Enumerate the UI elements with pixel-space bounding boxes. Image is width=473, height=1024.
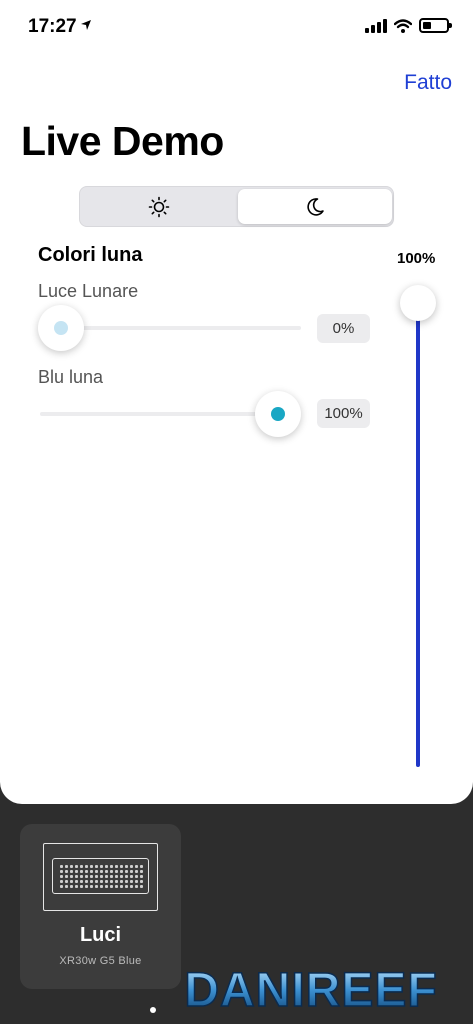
night-mode-tab[interactable]: [238, 189, 392, 224]
location-arrow-icon: [80, 19, 92, 34]
device-subtitle: XR30w G5 Blue: [59, 955, 142, 967]
color-dot-icon: [54, 321, 68, 335]
battery-icon: [419, 18, 452, 33]
device-title: Luci: [79, 924, 122, 946]
done-button[interactable]: Fatto: [404, 71, 452, 95]
wifi-icon: [394, 18, 412, 33]
page-indicator: [150, 1007, 156, 1013]
master-intensity-value: 100%: [397, 250, 436, 267]
moonlight-value: 0%: [317, 314, 370, 343]
cellular-signal-icon: [365, 18, 387, 33]
mode-segmented-control: [79, 186, 394, 227]
status-time: 17:27: [28, 16, 77, 37]
master-intensity-fill: [416, 303, 420, 767]
moon-blue-slider-thumb[interactable]: [255, 391, 301, 437]
sun-icon: [148, 196, 170, 217]
day-mode-tab[interactable]: [82, 189, 236, 224]
device-card[interactable]: Luci XR30w G5 Blue: [20, 824, 181, 989]
page-title: Live Demo: [21, 118, 224, 164]
moon-icon: [307, 197, 324, 216]
moon-blue-label: Blu luna: [38, 367, 104, 387]
status-bar: 17:27: [0, 0, 473, 56]
screen: 17:27 Fatto Live Demo Colori luna Luce L…: [0, 0, 473, 1024]
moonlight-slider-thumb[interactable]: [38, 305, 84, 351]
danireef-watermark-logo: DANIREEF: [184, 963, 438, 1016]
moon-blue-value: 100%: [317, 399, 370, 428]
status-icons: [365, 18, 452, 33]
moonlight-label: Luce Lunare: [38, 281, 139, 301]
live-demo-sheet: 17:27 Fatto Live Demo Colori luna Luce L…: [0, 0, 473, 804]
master-intensity-thumb[interactable]: [400, 285, 436, 321]
color-dot-icon: [271, 407, 285, 421]
led-fixture-icon: [43, 843, 158, 911]
master-intensity-track[interactable]: [416, 303, 420, 767]
svg-text:DANIREEF: DANIREEF: [184, 964, 437, 1016]
section-title: Colori luna: [38, 244, 143, 266]
